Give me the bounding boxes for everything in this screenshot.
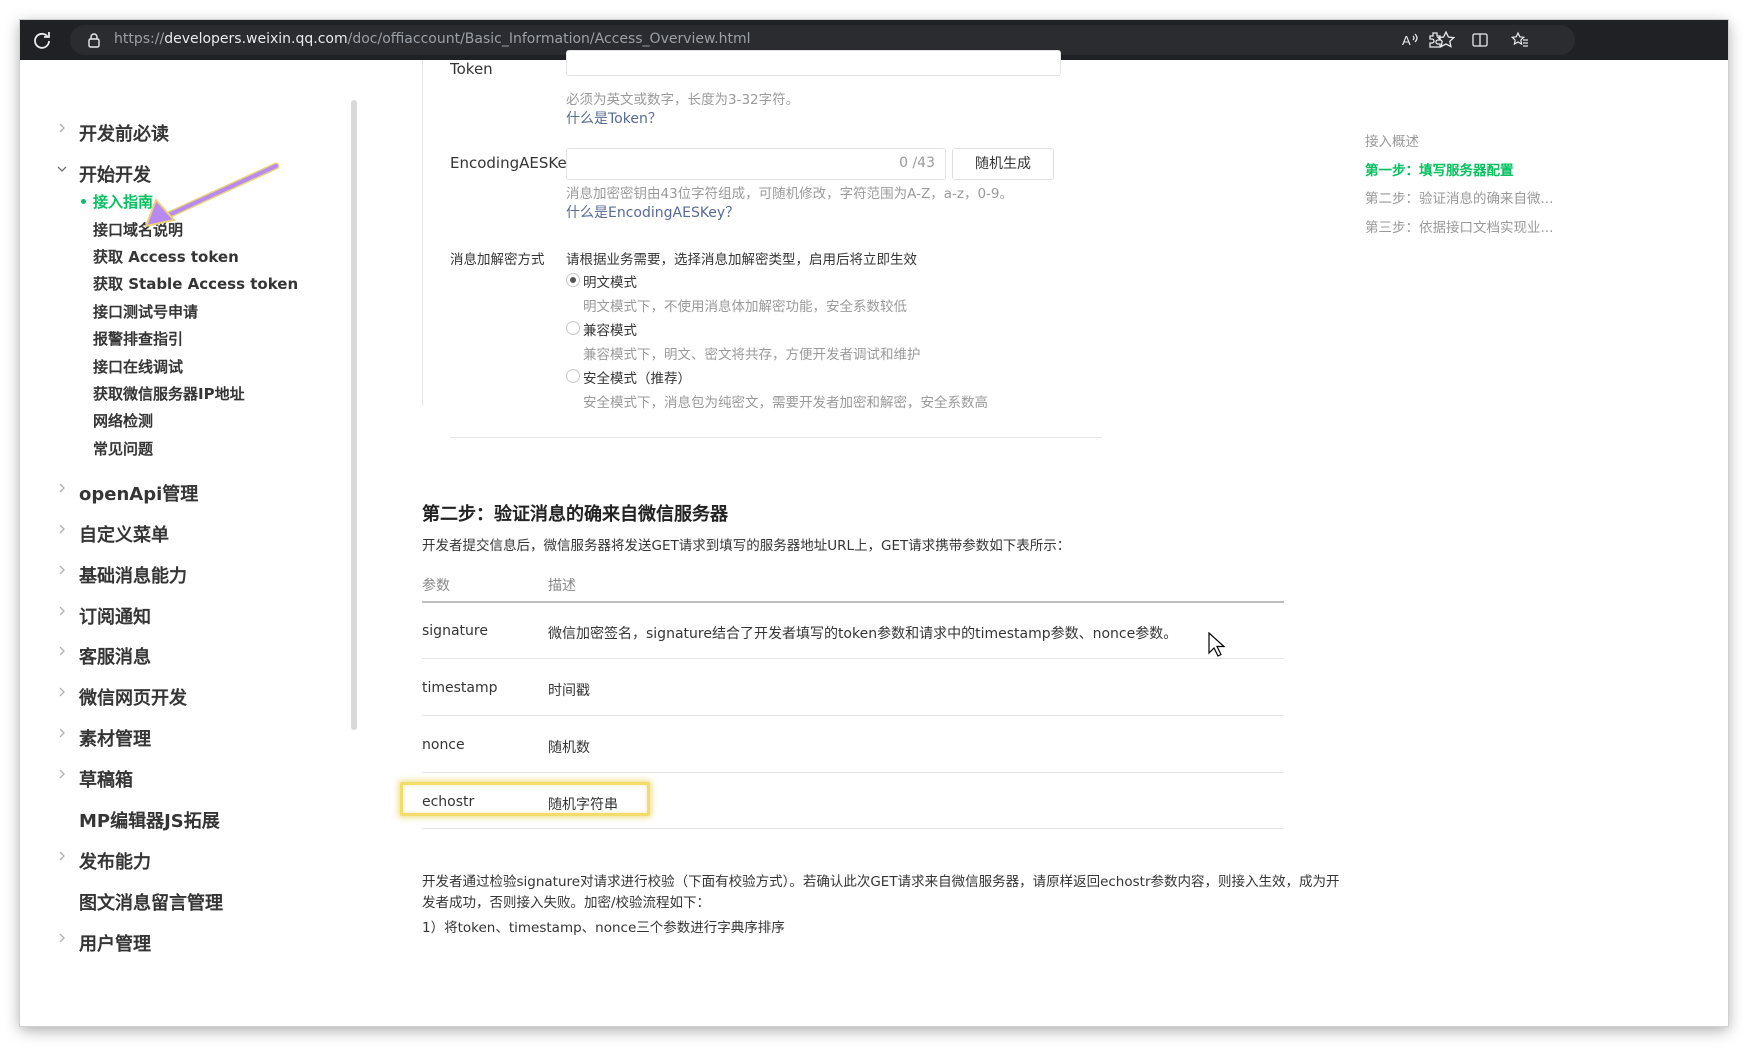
browser-window: https://developers.weixin.qq.com/doc/off…: [20, 20, 1728, 1026]
param-cell: nonce: [422, 737, 465, 753]
param-cell: timestamp: [422, 680, 498, 696]
sidebar-item-label: 发布能力: [79, 852, 151, 873]
param-cell: signature: [422, 623, 488, 639]
row-divider: [422, 772, 1284, 773]
aes-key-input[interactable]: 0 /43: [566, 148, 946, 180]
url-prefix: https://: [114, 31, 165, 47]
radio-plain-mode[interactable]: [566, 273, 580, 287]
secure-mode-desc: 安全模式下，消息包为纯密文，需要开发者加密和解密，安全系数高: [583, 395, 988, 411]
split-screen-icon[interactable]: [1470, 30, 1490, 50]
sidebar-subitem-alarm[interactable]: 报警排查指引: [93, 328, 183, 349]
radio-compatible-mode[interactable]: [566, 321, 580, 335]
aes-key-hint: 消息加密密钥由43位字符组成，可随机修改，字符范围为A-Z，a-z，0-9。: [566, 186, 1014, 202]
sidebar-item-label: 开发前必读: [79, 124, 169, 145]
svg-text:A: A: [1402, 33, 1411, 48]
form-divider: [450, 437, 1102, 438]
aes-key-label: EncodingAESKey: [450, 154, 576, 172]
step2-after-line1: 开发者通过检验signature对请求进行校验（下面有校验方式）。若确认此次GE…: [422, 874, 1340, 890]
sidebar-item-label: 自定义菜单: [79, 525, 169, 546]
step2-after-line2: 发者成功，否则接入失败。加密/校验流程如下：: [422, 895, 711, 911]
sidebar-subitem-stable-token[interactable]: 获取 Stable Access token: [93, 273, 298, 294]
sidebar-item-label: 客服消息: [79, 647, 151, 668]
sidebar-item-label: 订阅通知: [79, 607, 151, 628]
row-divider: [422, 828, 1284, 829]
encrypt-mode-label: 消息加解密方式: [450, 252, 545, 268]
chevron-right-icon: [59, 933, 65, 943]
chevron-right-icon: [59, 524, 65, 534]
doc-content: Token 必须为英文或数字，长度为3-32字符。 什么是Token？ Enco…: [360, 50, 1360, 1026]
chevron-right-icon: [59, 728, 65, 738]
url-host: developers.weixin.qq.com: [164, 31, 348, 47]
chevron-right-icon: [59, 646, 65, 656]
sidebar-subitem-faq[interactable]: 常见问题: [93, 438, 153, 459]
mouse-cursor-icon: [1208, 632, 1226, 657]
read-aloud-icon[interactable]: A: [1400, 30, 1420, 50]
token-hint: 必须为英文或数字，长度为3-32字符。: [566, 92, 800, 108]
random-generate-button[interactable]: 随机生成: [952, 148, 1054, 180]
chevron-right-icon: [59, 687, 65, 697]
table-header-divider: [422, 601, 1284, 603]
url-text[interactable]: https://developers.weixin.qq.com/doc/off…: [114, 31, 751, 47]
plain-mode-desc: 明文模式下，不使用消息体加解密功能，安全系数较低: [583, 299, 907, 315]
annotation-arrow-icon: [144, 162, 280, 228]
sidebar-subitem-network-check[interactable]: 网络检测: [93, 410, 153, 431]
aes-key-help-link[interactable]: 什么是EncodingAESKey？: [566, 202, 739, 222]
toc-item-step2[interactable]: 第二步：验证消息的确来自微...: [1365, 187, 1555, 207]
step2-intro: 开发者提交信息后，微信服务器将发送GET请求到填写的服务器地址URL上，GET请…: [422, 538, 1071, 554]
lock-icon[interactable]: [86, 32, 102, 48]
desc-cell: 随机数: [548, 740, 590, 756]
plain-mode-label[interactable]: 明文模式: [583, 271, 637, 291]
row-divider: [422, 715, 1284, 716]
doc-sidebar: 开发前必读 开始开发 接入指南 接口域名说明 获取 Access token 获…: [20, 60, 360, 1026]
sidebar-subitem-test-account[interactable]: 接口测试号申请: [93, 301, 198, 322]
url-path: /doc/offiaccount/Basic_Information/Acces…: [347, 31, 751, 47]
sidebar-item-label: MP编辑器JS拓展: [79, 811, 220, 832]
sidebar-item-label: 基础消息能力: [79, 566, 187, 587]
sidebar-scrollbar[interactable]: [351, 100, 357, 730]
toc-item-step1[interactable]: 第一步：填写服务器配置: [1365, 159, 1555, 179]
sidebar-subitem-access-token[interactable]: 获取 Access token: [93, 246, 239, 267]
reload-icon[interactable]: [30, 28, 54, 52]
sidebar-subitem-server-ip[interactable]: 获取微信服务器IP地址: [93, 383, 245, 404]
toc-item-step3[interactable]: 第三步：依据接口文档实现业...: [1365, 216, 1555, 236]
token-label: Token: [450, 60, 493, 78]
chevron-down-icon: [57, 166, 67, 172]
page-toc: 接入概述 第一步：填写服务器配置 第二步：验证消息的确来自微... 第三步：依据…: [1365, 60, 1725, 460]
desc-cell: 时间戳: [548, 683, 590, 699]
step2-title: 第二步：验证消息的确来自微信服务器: [422, 504, 728, 525]
step2-after-line3: 1）将token、timestamp、nonce三个参数进行字典序排序: [422, 920, 785, 936]
compatible-mode-label[interactable]: 兼容模式: [583, 319, 637, 339]
sidebar-item-label: 素材管理: [79, 729, 151, 750]
token-input[interactable]: [566, 50, 1061, 76]
extensions-icon[interactable]: [1426, 30, 1446, 50]
sidebar-subitem-online-debug[interactable]: 接口在线调试: [93, 356, 183, 377]
chevron-right-icon: [59, 769, 65, 779]
secure-mode-label[interactable]: 安全模式（推荐）: [583, 367, 691, 387]
token-help-link[interactable]: 什么是Token？: [566, 108, 662, 128]
desc-cell: 微信加密签名，signature结合了开发者填写的token参数和请求中的tim…: [548, 626, 1178, 642]
sidebar-item-label: 图文消息留言管理: [79, 893, 223, 914]
radio-secure-mode[interactable]: [566, 369, 580, 383]
compatible-mode-desc: 兼容模式下，明文、密文将共存，方便开发者调试和维护: [583, 347, 921, 363]
echostr-highlight-box: [400, 782, 650, 816]
sidebar-item-label: 用户管理: [79, 934, 151, 955]
chevron-right-icon: [59, 565, 65, 575]
aes-key-counter: 0 /43: [899, 155, 935, 171]
chevron-right-icon: [59, 606, 65, 616]
table-header-param: 参数: [422, 578, 450, 594]
sidebar-item-label: 草稿箱: [79, 770, 133, 791]
chevron-right-icon: [59, 123, 65, 133]
toc-item-overview[interactable]: 接入概述: [1365, 130, 1555, 150]
favorites-icon[interactable]: [1510, 30, 1530, 50]
table-header-desc: 描述: [548, 578, 576, 594]
sidebar-item-label: openApi管理: [79, 484, 199, 505]
row-divider: [422, 658, 1284, 659]
chevron-right-icon: [59, 483, 65, 493]
form-left-border: [422, 60, 423, 406]
chevron-right-icon: [59, 851, 65, 861]
sidebar-item-label: 微信网页开发: [79, 688, 187, 709]
encrypt-mode-intro: 请根据业务需要，选择消息加解密类型，启用后将立即生效: [566, 252, 917, 268]
